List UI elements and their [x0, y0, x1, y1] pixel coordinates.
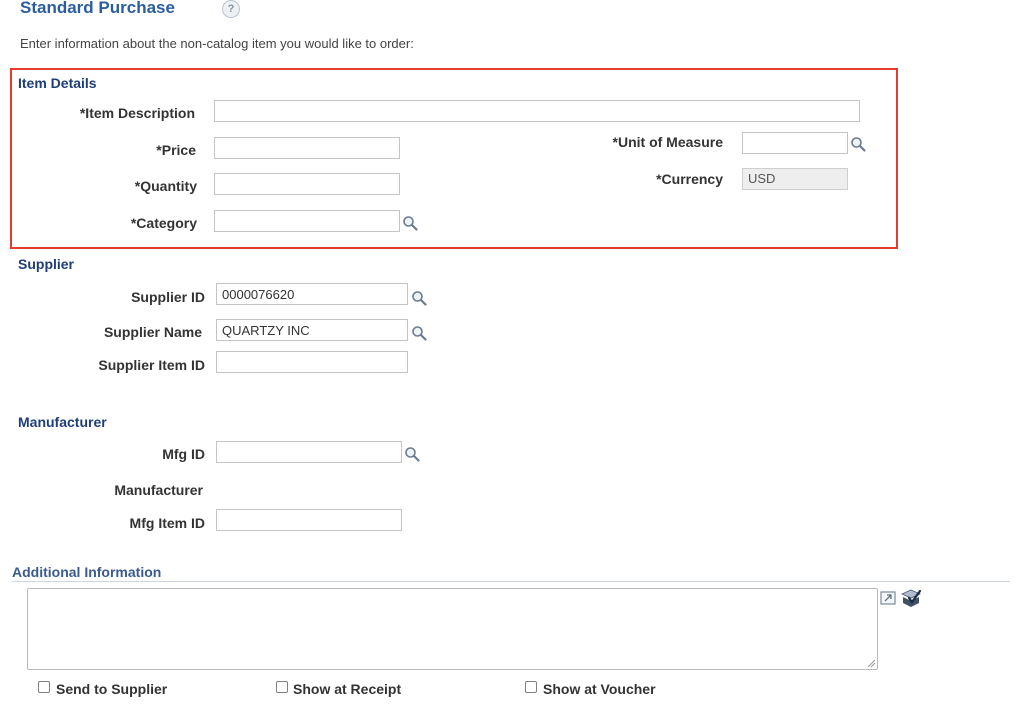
supplier-id-label: Supplier ID	[131, 289, 205, 305]
comments-text	[28, 589, 877, 595]
mfg-item-id-label: Mfg Item ID	[129, 515, 205, 531]
page-title: Standard Purchase	[20, 0, 175, 17]
page-instructions: Enter information about the non-catalog …	[20, 36, 414, 51]
expand-textarea-icon[interactable]	[880, 590, 898, 606]
show-at-receipt-checkbox[interactable]	[276, 681, 288, 693]
mfg-item-id-input[interactable]	[216, 509, 402, 531]
manufacturer-heading: Manufacturer	[18, 414, 107, 430]
unit-of-measure-lookup-icon[interactable]	[850, 136, 866, 152]
supplier-name-input[interactable]	[216, 319, 408, 341]
supplier-heading: Supplier	[18, 256, 75, 272]
currency-field: USD	[742, 168, 848, 190]
spell-check-icon[interactable]	[900, 588, 922, 608]
show-at-receipt-label[interactable]: Show at Receipt	[293, 681, 401, 697]
send-to-supplier-label[interactable]: Send to Supplier	[56, 681, 167, 697]
mfg-id-label: Mfg ID	[162, 446, 205, 462]
item-description-input[interactable]	[214, 100, 860, 122]
supplier-name-label: Supplier Name	[103, 324, 202, 340]
category-lookup-icon[interactable]	[402, 215, 418, 231]
currency-label: *Currency	[656, 171, 723, 187]
resize-grip-icon[interactable]	[866, 658, 876, 668]
item-description-label: *Item Description	[79, 105, 195, 121]
show-at-voucher-checkbox[interactable]	[525, 681, 537, 693]
price-label: *Price	[156, 142, 196, 158]
manufacturer-label: Manufacturer	[114, 482, 203, 498]
supplier-item-id-label: Supplier Item ID	[98, 357, 205, 373]
mfg-id-lookup-icon[interactable]	[404, 446, 420, 462]
unit-of-measure-input[interactable]	[742, 132, 848, 154]
show-at-voucher-label[interactable]: Show at Voucher	[543, 681, 656, 697]
supplier-id-lookup-icon[interactable]	[411, 290, 427, 306]
help-icon[interactable]: ?	[222, 0, 240, 18]
supplier-id-input[interactable]	[216, 283, 408, 305]
section-divider	[12, 581, 1010, 582]
quantity-input[interactable]	[214, 173, 400, 195]
category-input[interactable]	[214, 210, 400, 232]
additional-information-heading: Additional Information	[12, 564, 162, 580]
item-details-heading: Item Details	[18, 75, 97, 91]
send-to-supplier-checkbox[interactable]	[38, 681, 50, 693]
category-label: *Category	[130, 215, 197, 231]
supplier-name-lookup-icon[interactable]	[411, 325, 427, 341]
price-input[interactable]	[214, 137, 400, 159]
quantity-label: *Quantity	[134, 178, 197, 194]
supplier-item-id-input[interactable]	[216, 351, 408, 373]
unit-of-measure-label: *Unit of Measure	[612, 134, 723, 150]
mfg-id-input[interactable]	[216, 441, 402, 463]
comments-textarea[interactable]	[27, 588, 878, 670]
